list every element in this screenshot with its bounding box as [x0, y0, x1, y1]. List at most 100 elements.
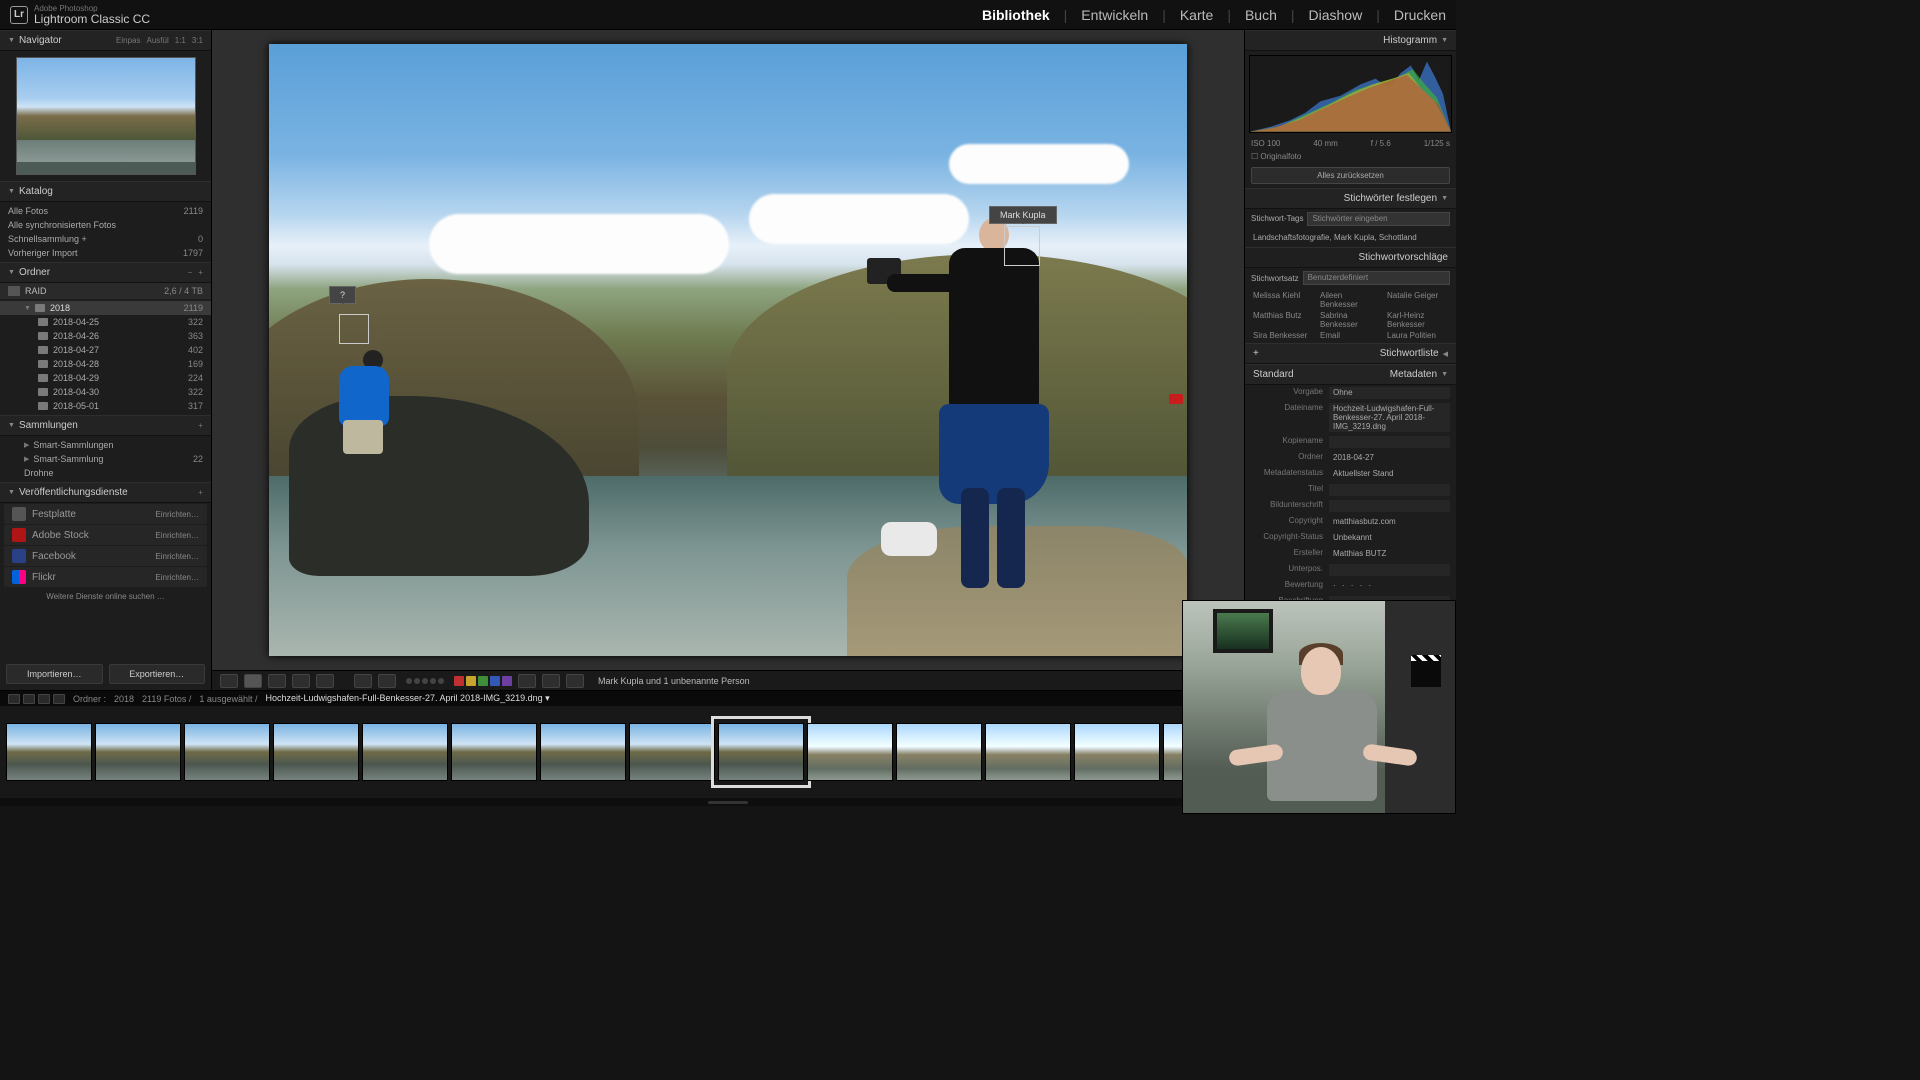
import-button[interactable]: Importieren… [6, 664, 103, 684]
folder-row[interactable]: 2018-04-30322 [0, 385, 211, 399]
flag-reject-button[interactable] [378, 674, 396, 688]
loupe-view-button[interactable] [244, 674, 262, 688]
folder-row[interactable]: 2018-04-28169 [0, 357, 211, 371]
compare-view-button[interactable] [268, 674, 286, 688]
module-print[interactable]: Drucken [1394, 7, 1446, 23]
histogram[interactable] [1249, 55, 1452, 133]
loupe-photo[interactable]: ? Mark Kupla [269, 44, 1187, 656]
filmstrip-thumb[interactable] [1074, 723, 1160, 781]
face-tag-named[interactable]: Mark Kupla [989, 206, 1057, 224]
module-map[interactable]: Karte [1180, 7, 1213, 23]
forward-button[interactable] [53, 694, 65, 704]
keyword-suggestion[interactable]: Sira Benkesser [1253, 331, 1314, 340]
navigator-header[interactable]: ▼ Navigator Einpas Ausfül 1:1 3:1 [0, 30, 211, 51]
keyword-suggestion[interactable]: Matthias Butz [1253, 311, 1314, 329]
metadata-folder[interactable]: 2018-04-27 [1329, 452, 1450, 464]
folder-row[interactable]: 2018-05-01317 [0, 399, 211, 413]
face-region[interactable] [339, 314, 369, 344]
filmstrip-thumb[interactable] [273, 723, 359, 781]
keyword-suggestion[interactable]: Laura Politien [1387, 331, 1448, 340]
rotate-cw-button[interactable] [542, 674, 560, 688]
folder-row[interactable]: 2018-04-26363 [0, 329, 211, 343]
keyword-suggestion[interactable]: Aileen Benkesser [1320, 291, 1381, 309]
collection-item[interactable]: ▶Smart-Sammlung22 [0, 452, 211, 466]
color-red[interactable] [454, 676, 464, 686]
keyword-tags-input[interactable]: Stichwörter eingeben [1307, 212, 1450, 226]
module-develop[interactable]: Entwickeln [1081, 7, 1148, 23]
metadata-title[interactable] [1329, 484, 1450, 496]
metadata-copyname[interactable] [1329, 436, 1450, 448]
color-purple[interactable] [502, 676, 512, 686]
plus-icon[interactable]: + [198, 268, 203, 277]
second-window-button[interactable] [8, 694, 20, 704]
back-button[interactable] [38, 694, 50, 704]
catalog-item[interactable]: Alle synchronisierten Fotos [0, 218, 211, 232]
metadata-caption[interactable] [1329, 500, 1450, 512]
more-services-link[interactable]: Weitere Dienste online suchen … [0, 588, 211, 605]
filmstrip-thumb[interactable] [985, 723, 1071, 781]
export-button[interactable]: Exportieren… [109, 664, 206, 684]
publish-service[interactable]: FlickrEinrichten… [4, 567, 207, 587]
filmstrip-thumb[interactable] [184, 723, 270, 781]
keyword-suggestion[interactable]: Natalie Geiger [1387, 291, 1448, 309]
color-green[interactable] [478, 676, 488, 686]
face-tag-button[interactable] [566, 674, 584, 688]
original-photo-checkbox[interactable]: ☐ Originalfoto [1245, 150, 1456, 163]
folder-row[interactable]: ▼20182119 [0, 301, 211, 315]
publish-service[interactable]: Adobe StockEinrichten… [4, 525, 207, 545]
module-slideshow[interactable]: Diashow [1309, 7, 1363, 23]
keyword-set-dropdown[interactable]: Benutzerdefiniert [1303, 271, 1450, 285]
catalog-item[interactable]: Schnellsammlung +0 [0, 232, 211, 246]
rating-control[interactable] [406, 678, 444, 684]
publish-header[interactable]: ▼ Veröffentlichungsdienste + [0, 482, 211, 503]
metadata-header[interactable]: Standard Metadaten▼ [1245, 364, 1456, 385]
nav-custom[interactable]: 3:1 [192, 36, 203, 45]
folder-row[interactable]: 2018-04-25322 [0, 315, 211, 329]
keyword-suggestion[interactable]: Sabrina Benkesser [1320, 311, 1381, 329]
minus-icon[interactable]: − [188, 268, 193, 277]
keyword-suggestion[interactable]: Karl-Heinz Benkesser [1387, 311, 1448, 329]
file-name[interactable]: Hochzeit-Ludwigshafen-Full-Benkesser-27.… [265, 693, 549, 704]
filmstrip-thumb[interactable] [896, 723, 982, 781]
filmstrip-thumb[interactable] [540, 723, 626, 781]
nav-fit[interactable]: Einpas [116, 36, 140, 45]
nav-1-1[interactable]: 1:1 [175, 36, 186, 45]
keyword-list-header[interactable]: + Stichwortliste◀ [1245, 343, 1456, 364]
metadata-preset-dropdown[interactable]: Standard [1253, 369, 1294, 380]
metadata-rating[interactable]: · · · · · [1329, 580, 1450, 592]
catalog-item[interactable]: Alle Fotos2119 [0, 204, 211, 218]
collection-item[interactable]: ▶Smart-Sammlungen [0, 438, 211, 452]
file-folder[interactable]: 2018 [114, 694, 134, 704]
folders-header[interactable]: ▼ Ordner −+ [0, 262, 211, 283]
filmstrip-thumb[interactable] [807, 723, 893, 781]
rotate-ccw-button[interactable] [518, 674, 536, 688]
folder-row[interactable]: 2018-04-29224 [0, 371, 211, 385]
plus-icon[interactable]: + [198, 488, 203, 497]
keyword-suggestion[interactable]: Melissa Kiehl [1253, 291, 1314, 309]
module-library[interactable]: Bibliothek [982, 7, 1050, 23]
grid-view-button[interactable] [220, 674, 238, 688]
keyword-suggestion[interactable]: Email [1320, 331, 1381, 340]
navigator-preview[interactable] [16, 57, 196, 175]
collections-header[interactable]: ▼ Sammlungen + [0, 415, 211, 436]
face-region[interactable] [1004, 226, 1040, 266]
metadata-copyright-status[interactable]: Unbekannt [1329, 532, 1450, 544]
module-book[interactable]: Buch [1245, 7, 1277, 23]
catalog-item[interactable]: Vorheriger Import1797 [0, 246, 211, 260]
volume-row[interactable]: RAID 2,6 / 4 TB [0, 283, 211, 299]
metadata-preset-value[interactable]: Ohne [1329, 387, 1450, 399]
reset-all-button[interactable]: Alles zurücksetzen [1251, 167, 1450, 184]
plus-icon[interactable]: + [198, 421, 203, 430]
grid-tiny-button[interactable] [23, 694, 35, 704]
color-blue[interactable] [490, 676, 500, 686]
metadata-filename[interactable]: Hochzeit-Ludwigshafen-Full-Benkesser-27.… [1329, 403, 1450, 432]
filmstrip-thumb[interactable] [95, 723, 181, 781]
histogram-header[interactable]: Histogramm▼ [1245, 30, 1456, 51]
filmstrip-thumb[interactable] [718, 723, 804, 781]
filmstrip-thumb[interactable] [6, 723, 92, 781]
survey-view-button[interactable] [292, 674, 310, 688]
filmstrip-thumb[interactable] [451, 723, 537, 781]
people-view-button[interactable] [316, 674, 334, 688]
color-yellow[interactable] [466, 676, 476, 686]
folder-row[interactable]: 2018-04-27402 [0, 343, 211, 357]
